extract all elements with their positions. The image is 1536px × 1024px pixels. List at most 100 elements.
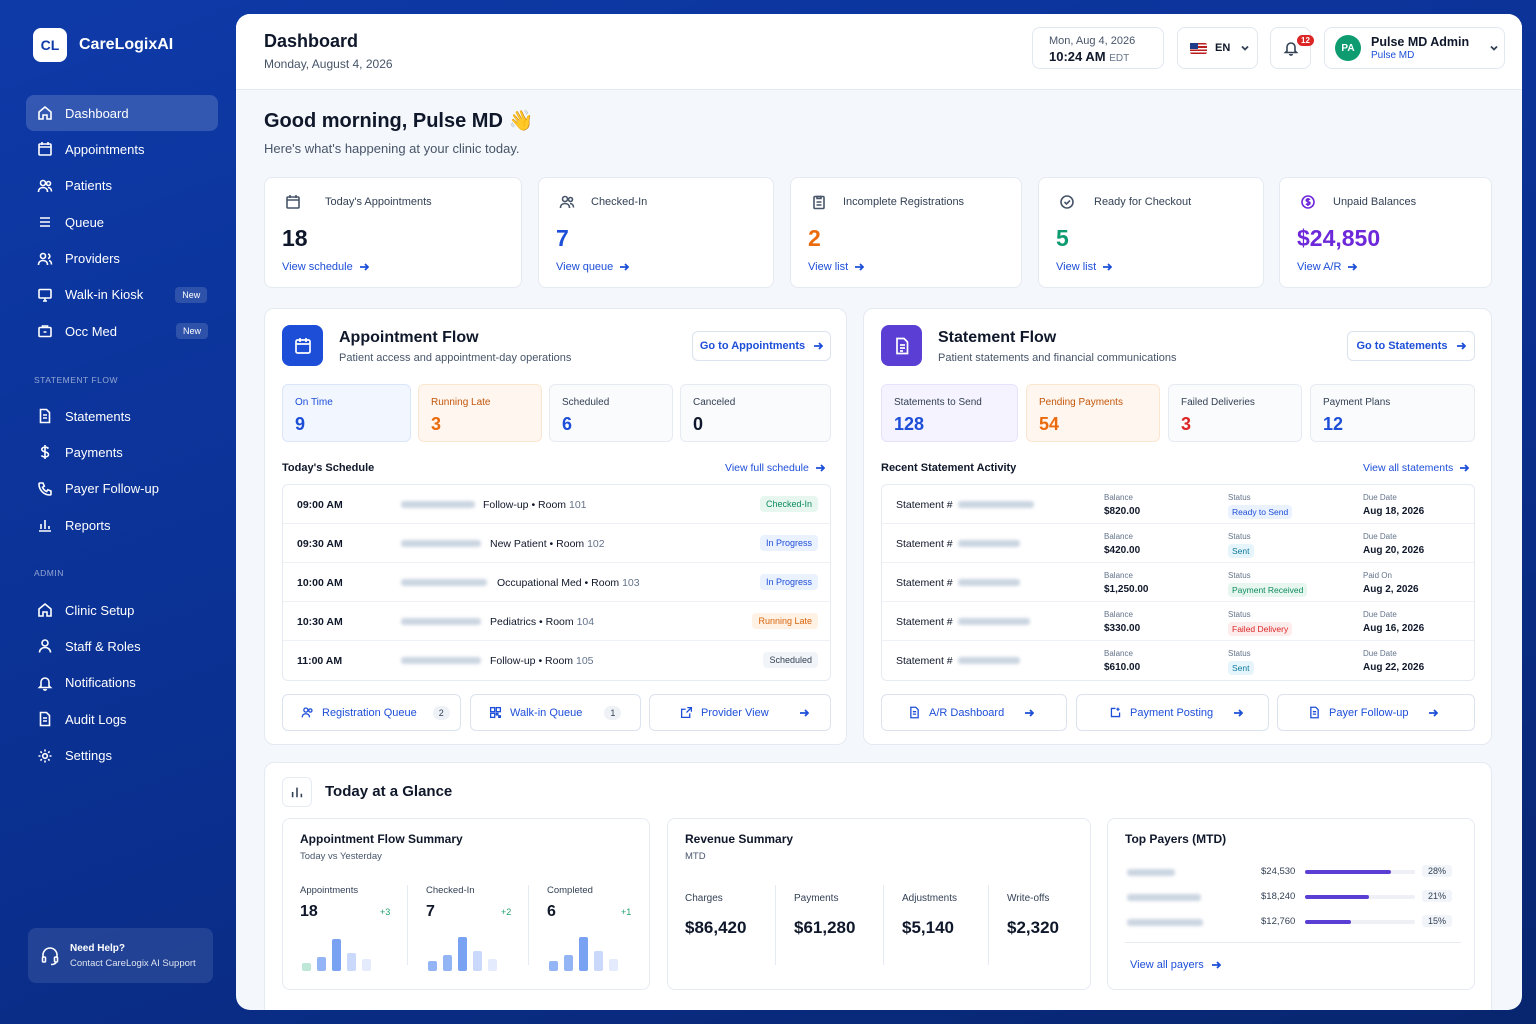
qr-code-icon xyxy=(489,706,502,719)
date-label: Due Date xyxy=(1363,532,1397,541)
provider-view-button[interactable]: Provider View xyxy=(649,694,831,731)
bar-chart-icon xyxy=(282,777,312,807)
sidebar-item-label: Payments xyxy=(65,444,123,460)
top-payers-card: Top Payers (MTD) $24,530 28% $18,240 21% $… xyxy=(1107,818,1475,990)
appt-type: New Patient • Room 102 xyxy=(490,538,605,550)
sidebar-item-dashboard[interactable]: Dashboard xyxy=(26,95,218,131)
appt-time: 11:00 AM xyxy=(297,655,343,667)
sidebar-item-patients[interactable]: Patients xyxy=(26,168,218,204)
count-badge: 1 xyxy=(604,705,622,720)
sidebar-item-label: Occ Med xyxy=(65,323,118,339)
help-card[interactable]: Need Help? Contact CareLogix AI Support xyxy=(28,928,213,983)
sidebar-item-settings[interactable]: Settings xyxy=(26,738,218,774)
payer-bar-track xyxy=(1305,920,1415,924)
view-queue-link[interactable]: View queue xyxy=(556,261,630,273)
ar-dashboard-button[interactable]: A/R Dashboard xyxy=(881,694,1067,731)
user-menu[interactable]: PA Pulse MD Admin Pulse MD xyxy=(1324,27,1505,69)
stat-value: 5 xyxy=(1056,225,1069,251)
sidebar-item-staff-roles[interactable]: Staff & Roles xyxy=(26,628,218,664)
notifications-button[interactable]: 12 xyxy=(1270,27,1314,69)
user-group-icon xyxy=(37,252,53,265)
activity-title: Recent Statement Activity xyxy=(881,462,1017,474)
stat-label: Unpaid Balances xyxy=(1333,196,1417,208)
payer-follow-up-button[interactable]: Payer Follow-up xyxy=(1277,694,1475,731)
kpi-label: Failed Deliveries xyxy=(1181,397,1255,408)
panel-title: Statement Flow xyxy=(938,329,1057,346)
balance-label: Balance xyxy=(1104,610,1133,619)
app-frame: CL CareLogixAI Dashboard Appointments Pa… xyxy=(0,0,1536,1024)
sidebar-item-occ-med[interactable]: Occ Med New xyxy=(26,313,218,349)
mini-bar xyxy=(317,957,326,971)
stat-card-ready-for-checkout: Ready for Checkout 5 View list xyxy=(1038,177,1264,288)
arrow-right-icon xyxy=(1103,263,1113,271)
sidebar-item-label: Appointments xyxy=(65,141,145,157)
document-icon xyxy=(39,408,51,424)
table-row[interactable]: 10:00 AM Occupational Med • Room 103 In Pr… xyxy=(283,563,830,602)
bell-icon xyxy=(37,676,53,691)
view-schedule-link[interactable]: View schedule xyxy=(282,261,369,273)
kpi-label: Pending Payments xyxy=(1039,397,1123,408)
today-at-a-glance-panel: Today at a Glance Appointment Flow Summa… xyxy=(264,762,1492,1010)
view-ar-link[interactable]: View A/R xyxy=(1297,261,1358,273)
payer-row[interactable]: $24,530 28% xyxy=(1125,864,1465,889)
sidebar-item-appointments[interactable]: Appointments xyxy=(26,131,218,167)
view-full-schedule-link[interactable]: View full schedule xyxy=(725,462,825,474)
table-row[interactable]: Statement # Balance $420.00 Status Sent Due D… xyxy=(882,524,1474,563)
sidebar-item-queue[interactable]: Queue xyxy=(26,204,218,240)
table-row[interactable]: Statement # Balance $330.00 Status Failed De… xyxy=(882,602,1474,641)
sidebar-item-providers[interactable]: Providers xyxy=(26,241,218,277)
status-label: Status xyxy=(1228,493,1251,502)
go-to-appointments-button[interactable]: Go to Appointments xyxy=(692,331,831,361)
table-row[interactable]: Statement # Balance $1,250.00 Status Payment… xyxy=(882,563,1474,602)
sidebar-item-payments[interactable]: Payments xyxy=(26,434,218,470)
sidebar-item-audit-logs[interactable]: Audit Logs xyxy=(26,701,218,737)
date-value: Aug 16, 2026 xyxy=(1363,623,1425,634)
schedule-title: Today's Schedule xyxy=(282,462,375,474)
table-row[interactable]: Statement # Balance $820.00 Status Ready to … xyxy=(882,485,1474,524)
revenue-label: Payments xyxy=(794,893,839,904)
statement-number-redacted xyxy=(958,618,1030,625)
view-all-statements-link[interactable]: View all statements xyxy=(1363,462,1470,474)
sidebar-item-payer-follow-up[interactable]: Payer Follow-up xyxy=(26,471,218,507)
view-all-payers-link[interactable]: View all payers xyxy=(1130,959,1221,971)
view-list-link[interactable]: View list xyxy=(808,261,865,273)
mini-bar xyxy=(458,937,467,971)
table-row[interactable]: 10:30 AM Pediatrics • Room 104 Running Lat… xyxy=(283,602,830,641)
payment-posting-button[interactable]: Payment Posting xyxy=(1076,694,1269,731)
sidebar-item-walk-in-kiosk[interactable]: Walk-in Kiosk New xyxy=(26,277,218,313)
table-row[interactable]: Statement # Balance $610.00 Status Sent Due D… xyxy=(882,641,1474,680)
sidebar-item-statements[interactable]: Statements xyxy=(26,398,218,434)
payer-row[interactable]: $12,760 15% xyxy=(1125,914,1465,939)
sidebar-item-reports[interactable]: Reports xyxy=(26,507,218,543)
app-logo[interactable]: CL CareLogixAI xyxy=(33,28,173,62)
document-icon xyxy=(39,711,51,727)
go-to-statements-button[interactable]: Go to Statements xyxy=(1347,331,1475,361)
arrow-right-icon xyxy=(1348,263,1358,271)
sidebar-item-label: Walk-in Kiosk xyxy=(65,287,144,303)
appt-type: Follow-up • Room 105 xyxy=(490,655,594,667)
language-selector[interactable]: EN xyxy=(1177,27,1258,69)
payer-row[interactable]: $18,240 21% xyxy=(1125,889,1465,914)
sidebar-item-label: Audit Logs xyxy=(65,711,127,727)
metric-label: Completed xyxy=(547,885,593,896)
new-badge: New xyxy=(176,323,209,340)
sidebar-item-clinic-setup[interactable]: Clinic Setup xyxy=(26,592,218,628)
statement-number-redacted xyxy=(958,657,1020,664)
registration-queue-button[interactable]: Registration Queue 2 xyxy=(282,694,461,731)
greeting-title: Good morning, Pulse MD 👋 xyxy=(264,110,534,132)
page-title: Dashboard xyxy=(264,31,359,51)
status-badge: Checked-In xyxy=(759,496,818,512)
statement-id: Statement # xyxy=(896,538,953,550)
walk-in-queue-button[interactable]: Walk-in Queue 1 xyxy=(470,694,641,731)
table-row[interactable]: 09:00 AM Follow-up • Room 101 Checked-In xyxy=(283,485,830,524)
statement-id: Statement # xyxy=(896,499,953,511)
monitor-icon xyxy=(38,288,52,302)
view-list-link[interactable]: View list xyxy=(1056,261,1113,273)
external-link-icon xyxy=(680,706,693,719)
kpi-label: Payment Plans xyxy=(1323,397,1391,408)
sidebar-item-notifications[interactable]: Notifications xyxy=(26,665,218,701)
new-badge: New xyxy=(175,286,208,303)
payer-name-redacted xyxy=(1127,869,1175,876)
table-row[interactable]: 11:00 AM Follow-up • Room 105 Scheduled xyxy=(283,641,830,680)
table-row[interactable]: 09:30 AM New Patient • Room 102 In Progres… xyxy=(283,524,830,563)
